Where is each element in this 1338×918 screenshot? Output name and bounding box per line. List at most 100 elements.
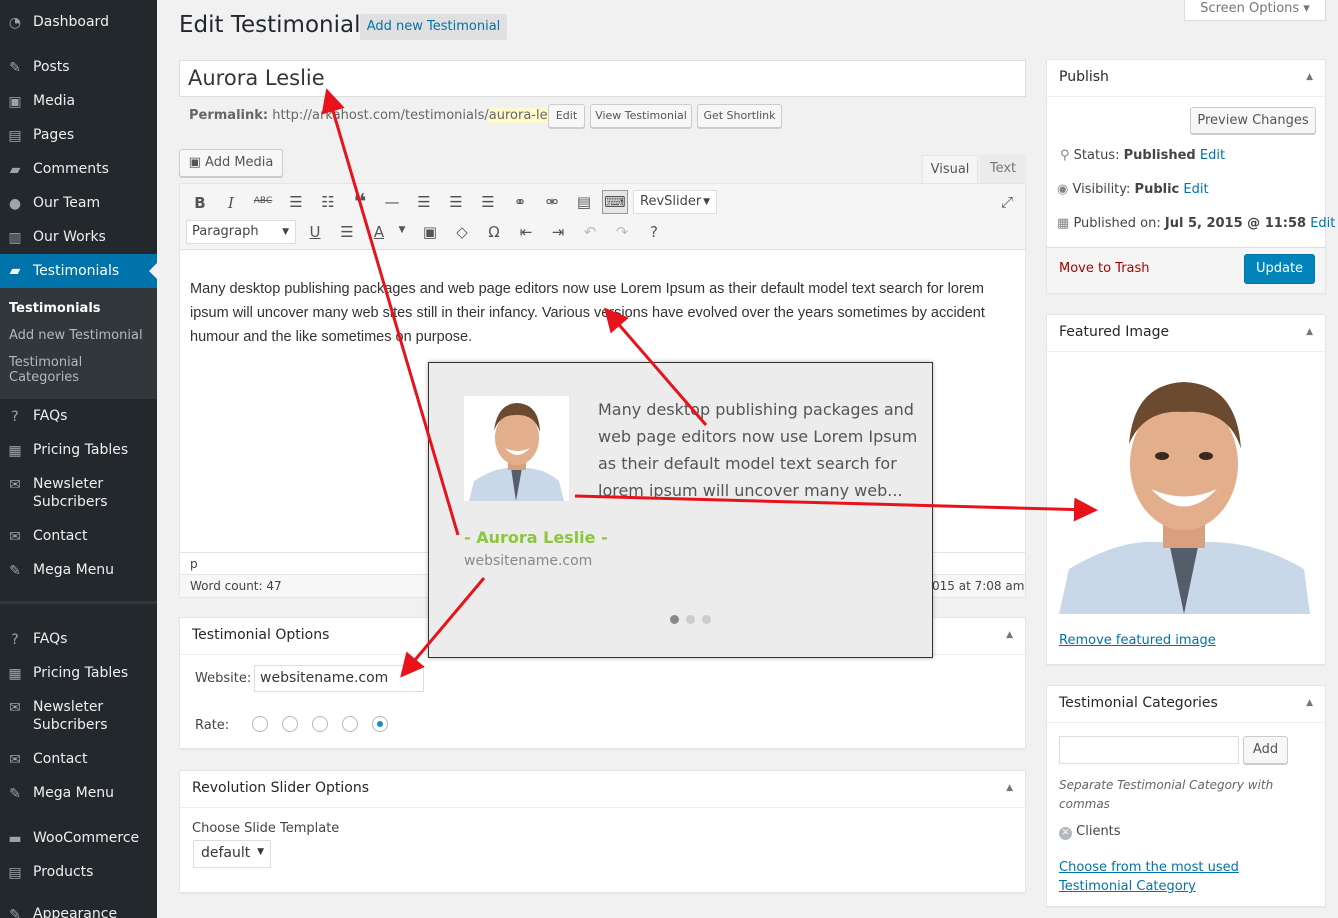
publish-box: Publish ▲ Preview Changes ⚲ Status: Publi… — [1046, 59, 1335, 294]
permalink-label: Permalink: — [189, 108, 269, 123]
testimonial-categories-box: Testimonial Categories ▲ Add Separate Tes… — [1046, 685, 1326, 907]
italic-icon[interactable]: I — [221, 194, 241, 212]
envelope-icon: ✉ — [9, 529, 21, 545]
editor-content[interactable]: Many desktop publishing packages and web… — [190, 277, 1010, 349]
preview-changes-button[interactable]: Preview Changes — [1190, 107, 1316, 134]
revslider-dropdown[interactable]: RevSlider ▼ — [633, 190, 717, 214]
submenu-categories-line1[interactable]: Testimonial — [9, 355, 82, 370]
text-color-dropdown-icon[interactable]: ▼ — [392, 225, 412, 235]
categories-header[interactable]: Testimonial Categories ▲ — [1047, 686, 1325, 723]
website-label: Website: — [195, 671, 252, 686]
text-color-icon[interactable]: A — [369, 223, 389, 241]
submenu-categories-line2[interactable]: Categories — [9, 370, 79, 385]
visibility-label: Visibility: — [1072, 182, 1131, 197]
move-to-trash-link[interactable]: Move to Trash — [1059, 261, 1150, 276]
add-category-button[interactable]: Add — [1243, 736, 1288, 764]
redo-icon[interactable]: ↷ — [612, 223, 632, 241]
clear-format-icon[interactable]: ◇ — [452, 223, 472, 241]
post-title-input[interactable]: Aurora Leslie — [179, 60, 1026, 97]
submenu-testimonials[interactable]: Testimonials — [9, 301, 101, 316]
visibility-value: Public — [1134, 182, 1180, 197]
blockquote-icon[interactable]: ❝ — [350, 190, 370, 215]
bold-icon[interactable]: B — [190, 194, 210, 212]
align-left-icon[interactable]: ☰ — [414, 193, 434, 211]
status-edit-link[interactable]: Edit — [1200, 148, 1225, 163]
paste-text-icon[interactable]: ▣ — [420, 223, 440, 241]
carousel-dot[interactable] — [702, 615, 711, 624]
collapse-arrow-icon[interactable]: ▲ — [1306, 72, 1313, 82]
preview-name: - Aurora Leslie - — [464, 528, 608, 547]
appearance-icon: ✎ — [9, 907, 21, 918]
toolbar-toggle-icon[interactable]: ⌨ — [602, 190, 628, 214]
strikethrough-icon[interactable]: ABC — [253, 196, 273, 206]
justify-icon[interactable]: ☰ — [337, 223, 357, 241]
rate-radio-1[interactable] — [252, 716, 268, 732]
visibility-edit-link[interactable]: Edit — [1183, 182, 1208, 197]
testimonial-preview-popup: Many desktop publishing packages and web… — [428, 362, 933, 658]
add-media-button[interactable]: ▣ Add Media — [179, 149, 283, 177]
rate-radio-4[interactable] — [342, 716, 358, 732]
visibility-row: ◉ Visibility: Public Edit — [1057, 182, 1209, 197]
question-icon: ? — [11, 632, 19, 648]
remove-featured-image-link[interactable]: Remove featured image — [1059, 633, 1216, 648]
unlink-icon[interactable]: ⚮ — [542, 193, 562, 211]
underline-icon[interactable]: U — [305, 223, 325, 241]
permalink-base[interactable]: http://arkahost.com/testimonials/ — [272, 108, 489, 123]
special-char-icon[interactable]: Ω — [484, 223, 504, 241]
collapse-arrow-icon[interactable]: ▲ — [1306, 698, 1313, 708]
published-edit-link[interactable]: Edit — [1310, 216, 1335, 231]
tab-visual[interactable]: Visual — [922, 155, 978, 183]
rate-radio-3[interactable] — [312, 716, 328, 732]
slide-template-select[interactable]: default ▼ — [193, 840, 271, 868]
collapse-arrow-icon[interactable]: ▲ — [1006, 783, 1013, 793]
pin-icon: ✎ — [9, 786, 21, 802]
undo-icon[interactable]: ↶ — [580, 223, 600, 241]
outdent-icon[interactable]: ⇤ — [516, 223, 536, 241]
carousel-dot-active[interactable] — [670, 615, 679, 624]
sidebar-item-testimonials[interactable]: ▰ Testimonials — [0, 254, 157, 288]
envelope-icon: ✉ — [9, 752, 21, 768]
add-new-button[interactable]: Add new Testimonial — [360, 14, 507, 40]
featured-image[interactable] — [1059, 364, 1310, 614]
publish-header[interactable]: Publish ▲ — [1047, 60, 1325, 97]
permalink-edit-button[interactable]: Edit — [548, 104, 585, 128]
align-right-icon[interactable]: ☰ — [478, 193, 498, 211]
get-shortlink-button[interactable]: Get Shortlink — [697, 104, 782, 128]
update-button[interactable]: Update — [1244, 254, 1315, 284]
fullscreen-icon[interactable]: ⤢ — [997, 193, 1017, 211]
align-center-icon[interactable]: ☰ — [446, 193, 466, 211]
featured-image-header[interactable]: Featured Image ▲ — [1047, 315, 1325, 352]
collapse-arrow-icon[interactable]: ▲ — [1006, 630, 1013, 640]
pricing-icon: ▦ — [8, 666, 22, 682]
remove-tag-icon[interactable]: ✕ — [1059, 827, 1072, 840]
view-testimonial-button[interactable]: View Testimonial — [590, 104, 692, 128]
screen-options-button[interactable]: Screen Options ▾ — [1184, 0, 1326, 21]
category-tag-label: Clients — [1076, 824, 1121, 839]
chevron-down-icon: ▼ — [257, 847, 264, 857]
carousel-dot[interactable] — [686, 615, 695, 624]
paragraph-format-select[interactable]: Paragraph ▼ — [186, 220, 296, 244]
permalink: Permalink: http://arkahost.com/testimoni… — [189, 108, 574, 123]
featured-image-box: Featured Image ▲ Remove featured image — [1046, 314, 1326, 665]
pages-icon: ▤ — [8, 128, 22, 144]
eye-icon: ◉ — [1057, 182, 1069, 197]
indent-icon[interactable]: ⇥ — [548, 223, 568, 241]
rate-radio-2[interactable] — [282, 716, 298, 732]
mail-icon: ✉ — [9, 477, 21, 493]
help-icon[interactable]: ? — [644, 223, 664, 241]
choose-most-used-link[interactable]: Choose from the most used Testimonial Ca… — [1059, 858, 1309, 896]
tab-text[interactable]: Text — [980, 155, 1026, 183]
rate-radio-5[interactable] — [372, 716, 388, 732]
numbered-list-icon[interactable]: ☷ — [318, 193, 338, 211]
woo-icon: ▬ — [8, 831, 22, 847]
read-more-icon[interactable]: ▤ — [574, 193, 594, 211]
horizontal-line-icon[interactable]: — — [382, 193, 402, 211]
link-icon[interactable]: ⚭ — [510, 193, 530, 211]
website-input[interactable]: websitename.com — [254, 665, 424, 692]
collapse-arrow-icon[interactable]: ▲ — [1306, 327, 1313, 337]
new-category-input[interactable] — [1059, 736, 1239, 764]
rev-slider-options-header[interactable]: Revolution Slider Options ▲ — [180, 771, 1025, 808]
bullet-list-icon[interactable]: ☰ — [286, 193, 306, 211]
editor-path: p — [190, 557, 198, 571]
submenu-add-new[interactable]: Add new Testimonial — [9, 328, 143, 343]
